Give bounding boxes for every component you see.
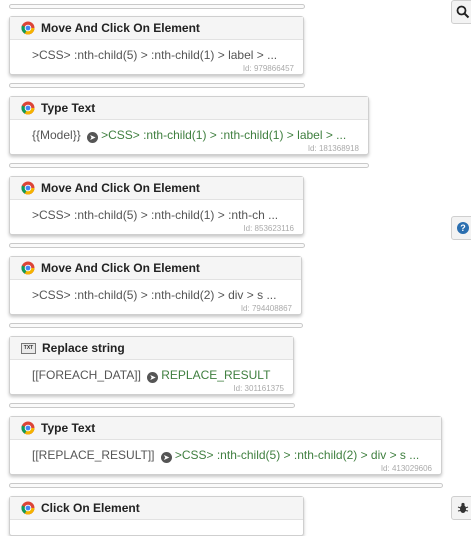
action-card-move-click-1[interactable]: Move And Click On Element >CSS> :nth-chi… — [9, 16, 304, 75]
connector-line — [9, 323, 303, 328]
action-card-move-click-3[interactable]: Move And Click On Element >CSS> :nth-chi… — [9, 256, 302, 315]
action-card-type-text-2[interactable]: Type Text [[REPLACE_RESULT]] ➤ >CSS> :nth… — [9, 416, 442, 475]
arrow-right-icon: ➤ — [147, 372, 159, 383]
card-id: Id: 301161375 — [233, 384, 284, 393]
card-header[interactable]: Move And Click On Element — [10, 177, 303, 200]
card-title: Move And Click On Element — [41, 181, 200, 195]
connector-line — [9, 403, 295, 408]
card-header[interactable]: Click On Element — [10, 497, 303, 520]
selector-text: >CSS> :nth-child(1) > :nth-child(1) > la… — [101, 128, 347, 142]
chrome-icon — [21, 181, 35, 195]
chrome-icon — [21, 421, 35, 435]
card-id: Id: 181368918 — [307, 144, 359, 153]
action-card-type-text-1[interactable]: Type Text {{Model}} ➤ >CSS> :nth-child(1)… — [9, 96, 369, 155]
debug-button[interactable] — [451, 496, 471, 520]
selector-text: >CSS> :nth-child(5) > :nth-child(1) > :n… — [32, 208, 279, 222]
card-title: Replace string — [42, 341, 125, 355]
card-value: >CSS> :nth-child(5) > :nth-child(1) > :n… — [10, 200, 303, 222]
card-title: Type Text — [41, 421, 96, 435]
connector-line — [9, 483, 443, 488]
search-icon — [456, 5, 470, 19]
card-title: Type Text — [41, 101, 96, 115]
connector-line — [9, 83, 305, 88]
card-title: Move And Click On Element — [41, 21, 200, 35]
card-header[interactable]: Move And Click On Element — [10, 257, 301, 280]
value-variable: {{Model}} — [32, 128, 81, 142]
action-card-move-click-2[interactable]: Move And Click On Element >CSS> :nth-chi… — [9, 176, 304, 235]
selector-text: >CSS> :nth-child(5) > :nth-child(1) > la… — [32, 48, 278, 62]
connector-line — [9, 4, 305, 9]
chrome-icon — [21, 501, 35, 515]
bug-icon — [457, 502, 469, 513]
action-card-replace-string[interactable]: TXT Replace string [[FOREACH_DATA]] ➤ REP… — [9, 336, 294, 395]
value-variable: [[FOREACH_DATA]] — [32, 368, 141, 382]
card-value: [[FOREACH_DATA]] ➤ REPLACE_RESULT — [10, 360, 293, 383]
card-value: >CSS> :nth-child(5) > :nth-child(2) > di… — [10, 280, 301, 302]
chrome-icon — [21, 21, 35, 35]
chrome-icon — [21, 261, 35, 275]
search-button[interactable] — [451, 0, 471, 24]
card-title: Click On Element — [41, 501, 140, 515]
card-id: Id: 413029606 — [380, 464, 432, 473]
card-header[interactable]: Move And Click On Element — [10, 17, 303, 40]
connector-line — [9, 163, 369, 168]
card-id: Id: 853623116 — [243, 224, 294, 233]
arrow-right-icon: ➤ — [160, 452, 172, 463]
selector-text: >CSS> :nth-child(5) > :nth-child(2) > di… — [32, 288, 277, 302]
replace-string-icon: TXT — [21, 342, 36, 354]
card-header[interactable]: TXT Replace string — [10, 337, 293, 360]
chrome-icon — [21, 101, 35, 115]
card-title: Move And Click On Element — [41, 261, 200, 275]
arrow-right-icon: ➤ — [87, 132, 99, 143]
selector-text: >CSS> :nth-child(5) > :nth-child(2) > di… — [174, 448, 420, 462]
action-card-click-element[interactable]: Click On Element — [9, 496, 304, 536]
card-value: {{Model}} ➤ >CSS> :nth-child(1) > :nth-ch… — [10, 120, 368, 143]
value-variable: [[REPLACE_RESULT]] — [32, 448, 155, 462]
card-value: >CSS> :nth-child(5) > :nth-child(1) > la… — [10, 40, 303, 62]
help-button[interactable]: ? — [451, 216, 471, 240]
result-variable: REPLACE_RESULT — [161, 368, 271, 382]
card-id: Id: 979866457 — [242, 64, 294, 73]
card-header[interactable]: Type Text — [10, 417, 441, 440]
card-id: Id: 794408867 — [240, 304, 292, 313]
connector-line — [9, 243, 305, 248]
card-value: [[REPLACE_RESULT]] ➤ >CSS> :nth-child(5) … — [10, 440, 441, 463]
help-icon: ? — [457, 222, 469, 234]
card-header[interactable]: Type Text — [10, 97, 368, 120]
